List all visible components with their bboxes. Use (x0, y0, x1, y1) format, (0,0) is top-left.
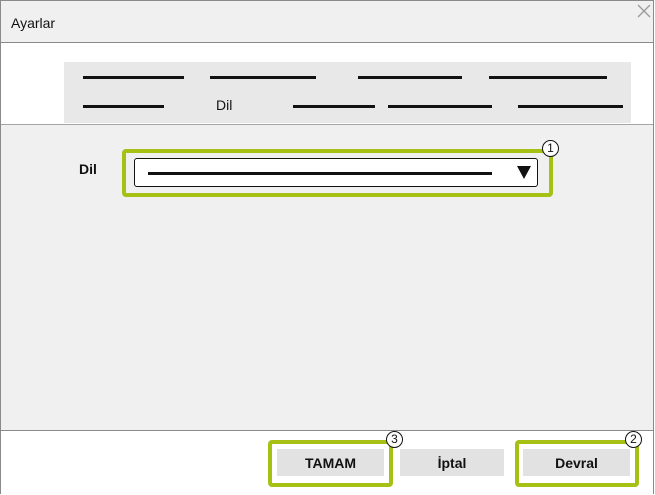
callout-badge-3: 3 (386, 431, 403, 448)
tab-placeholder[interactable] (293, 105, 375, 108)
close-button[interactable] (634, 0, 654, 22)
apply-button[interactable]: Devral (523, 449, 630, 476)
callout-badge-2: 2 (625, 431, 642, 448)
tab-placeholder[interactable] (83, 76, 184, 79)
window-title: Ayarlar (11, 15, 56, 31)
settings-window: Ayarlar Dil Dil 1 TAMAM 3 İptal Devral 2 (0, 0, 654, 495)
tab-strip: Dil (64, 62, 631, 123)
language-label: Dil (79, 161, 97, 177)
ok-button[interactable]: TAMAM (277, 449, 384, 476)
close-icon (637, 4, 651, 18)
tab-placeholder[interactable] (489, 76, 607, 79)
tab-placeholder[interactable] (388, 105, 492, 108)
tab-placeholder[interactable] (358, 76, 462, 79)
tab-placeholder[interactable] (83, 105, 164, 108)
cancel-button[interactable]: İptal (400, 449, 504, 476)
language-select[interactable] (134, 158, 538, 187)
tab-language[interactable]: Dil (216, 97, 232, 113)
select-value-placeholder (148, 172, 492, 175)
chevron-down-icon (517, 166, 531, 179)
callout-badge-1: 1 (542, 140, 559, 157)
tab-placeholder[interactable] (518, 105, 623, 108)
title-bar: Ayarlar (1, 1, 653, 43)
tab-placeholder[interactable] (210, 76, 316, 79)
